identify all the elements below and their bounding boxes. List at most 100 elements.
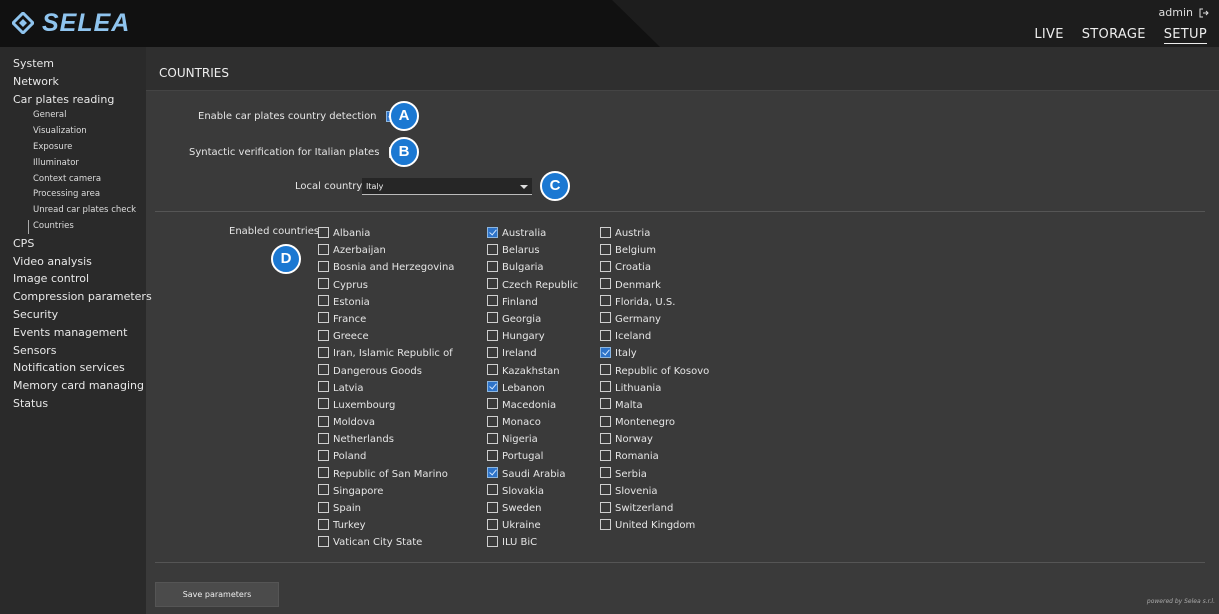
country-option[interactable]: Turkey [318,517,454,534]
country-checkbox[interactable] [487,415,498,427]
country-option[interactable]: Moldova [318,414,454,431]
country-option[interactable]: Australia [487,225,578,242]
country-checkbox[interactable] [487,260,498,272]
country-option[interactable]: Montenegro [600,414,709,431]
country-option[interactable]: Serbia [600,466,709,483]
country-option[interactable]: Cyprus [318,277,454,294]
sidebar-item-unread-car-plates-check[interactable]: Unread car plates check [0,203,146,219]
country-checkbox[interactable] [487,295,498,307]
country-checkbox[interactable] [600,243,611,255]
country-checkbox[interactable] [318,484,329,496]
sidebar-item-visualization[interactable]: Visualization [0,124,146,140]
country-checkbox[interactable] [600,260,611,272]
country-option[interactable]: Republic of Kosovo [600,363,709,380]
country-option[interactable]: Bulgaria [487,259,578,276]
country-option[interactable]: Albania [318,225,454,242]
country-checkbox[interactable] [487,381,498,393]
country-checkbox[interactable] [600,312,611,324]
country-option[interactable]: Luxembourg [318,397,454,414]
country-option[interactable]: Romania [600,448,709,465]
country-option[interactable]: Singapore [318,483,454,500]
country-option[interactable]: Poland [318,448,454,465]
country-option[interactable]: Czech Republic [487,277,578,294]
country-checkbox[interactable] [318,381,329,393]
sidebar-item-processing-area[interactable]: Processing area [0,187,146,203]
country-checkbox[interactable] [600,432,611,444]
country-option[interactable]: Hungary [487,328,578,345]
country-option[interactable]: Florida, U.S. [600,294,709,311]
country-option[interactable]: Austria [600,225,709,242]
country-checkbox[interactable] [318,432,329,444]
country-checkbox[interactable] [318,243,329,255]
country-option[interactable]: Italy [600,345,709,362]
country-option[interactable]: Lithuania [600,380,709,397]
country-checkbox[interactable] [600,467,611,479]
country-checkbox[interactable] [487,278,498,290]
country-checkbox[interactable] [600,226,611,238]
country-option[interactable]: Monaco [487,414,578,431]
country-checkbox[interactable] [487,501,498,513]
country-option[interactable]: Spain [318,500,454,517]
country-option[interactable]: Azerbaijan [318,242,454,259]
sidebar-item-exposure[interactable]: Exposure [0,140,146,156]
sidebar-item-countries[interactable]: Countries [0,219,146,235]
nav-storage[interactable]: STORAGE [1082,27,1146,44]
country-option[interactable]: Sweden [487,500,578,517]
country-checkbox[interactable] [318,329,329,341]
sidebar-item-memory-card-managing[interactable]: Memory card managing [0,377,146,395]
country-checkbox[interactable] [600,501,611,513]
sidebar-item-car-plates-reading[interactable]: Car plates reading [0,91,146,109]
country-option[interactable]: Bosnia and Herzegovina [318,259,454,276]
country-checkbox[interactable] [487,364,498,375]
country-option[interactable]: Switzerland [600,500,709,517]
sidebar-item-system[interactable]: System [0,55,146,73]
country-option[interactable]: Iceland [600,328,709,345]
country-checkbox[interactable] [600,449,611,461]
country-checkbox[interactable] [318,501,329,513]
country-checkbox[interactable] [318,312,329,324]
country-checkbox[interactable] [487,226,498,238]
country-option[interactable]: Vatican City State [318,534,454,551]
country-checkbox[interactable] [318,278,329,290]
country-option[interactable]: Estonia [318,294,454,311]
country-checkbox[interactable] [487,312,498,324]
country-checkbox[interactable] [318,398,329,410]
save-parameters-button[interactable]: Save parameters [155,582,279,607]
country-option[interactable]: France [318,311,454,328]
country-checkbox[interactable] [318,449,329,461]
country-option[interactable]: Malta [600,397,709,414]
sidebar-item-events-management[interactable]: Events management [0,324,146,342]
country-checkbox[interactable] [487,329,498,341]
sidebar-item-compression-parameters[interactable]: Compression parameters [0,288,152,306]
country-checkbox[interactable] [600,295,611,307]
sidebar-item-sensors[interactable]: Sensors [0,342,146,360]
country-option[interactable]: Greece [318,328,454,345]
sidebar-item-security[interactable]: Security [0,306,146,324]
country-checkbox[interactable] [318,226,329,238]
country-option[interactable]: Saudi Arabia [487,466,578,483]
country-checkbox[interactable] [487,346,498,358]
country-checkbox[interactable] [487,398,498,410]
nav-live[interactable]: LIVE [1034,27,1063,44]
country-checkbox[interactable] [318,518,329,530]
country-option[interactable]: Portugal [487,448,578,465]
country-option[interactable]: Slovakia [487,483,578,500]
country-option[interactable]: Ukraine [487,517,578,534]
country-option[interactable]: Ireland [487,345,578,362]
country-checkbox[interactable] [318,467,329,479]
country-checkbox[interactable] [600,484,611,496]
country-option[interactable]: Germany [600,311,709,328]
sidebar-item-illuminator[interactable]: Illuminator [0,156,146,172]
sidebar-item-status[interactable]: Status [0,395,146,413]
country-checkbox[interactable] [487,518,498,530]
country-option[interactable]: Norway [600,431,709,448]
country-checkbox[interactable] [487,449,498,461]
country-option[interactable]: Belgium [600,242,709,259]
country-checkbox[interactable] [487,243,498,255]
country-option[interactable]: Belarus [487,242,578,259]
country-checkbox[interactable] [487,484,498,496]
country-option[interactable]: ILU BiC [487,534,578,551]
sidebar-item-network[interactable]: Network [0,73,146,91]
country-checkbox[interactable] [318,415,329,427]
country-checkbox[interactable] [487,535,498,547]
